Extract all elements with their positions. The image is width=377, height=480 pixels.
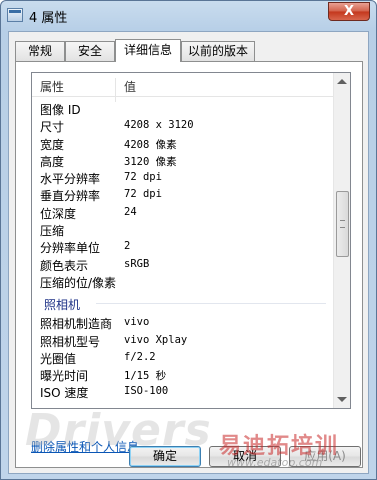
vertical-scrollbar[interactable] [333, 73, 350, 408]
property-name: 光圈值 [40, 351, 77, 366]
property-value: 4208 x 3120 [124, 119, 194, 132]
window-icon [7, 8, 23, 22]
column-divider[interactable] [115, 78, 116, 102]
property-row[interactable]: 曝光时间 1/15 秒 [32, 367, 333, 384]
group-divider [96, 303, 326, 305]
properties-window: 4 属性 X 常规 安全 详细信息 以前的版本 属性 值 图像 ID 尺寸 420… [0, 0, 377, 480]
scroll-thumb[interactable] [336, 191, 349, 257]
apply-button[interactable]: 应用(A) [289, 446, 361, 467]
property-value: 3120 像素 [124, 155, 177, 168]
group-title: 照相机 [44, 298, 81, 313]
scroll-down-icon[interactable] [337, 397, 347, 402]
tab-general[interactable]: 常规 [15, 41, 65, 61]
property-list[interactable]: 属性 值 图像 ID 尺寸 4208 x 3120 宽度 4208 像素 高度 312… [31, 72, 351, 409]
property-name: 尺寸 [40, 120, 65, 135]
tab-details[interactable]: 详细信息 [115, 39, 181, 62]
property-row[interactable]: 图像 ID [32, 101, 333, 118]
property-row[interactable]: 高度 3120 像素 [32, 153, 333, 170]
close-button[interactable]: X [328, 2, 370, 21]
property-name: 压缩 [40, 224, 65, 239]
property-value: ISO-100 [124, 385, 169, 398]
window-title: 4 属性 [29, 11, 68, 26]
property-row[interactable]: 水平分辨率 72 dpi [32, 170, 333, 187]
title-bar[interactable]: 4 属性 X [1, 1, 376, 31]
property-row[interactable]: 垂直分辨率 72 dpi [32, 187, 333, 204]
property-name: 照相机型号 [40, 334, 101, 349]
cancel-button[interactable]: 取消 [209, 446, 281, 467]
scroll-up-icon[interactable] [337, 79, 347, 84]
property-row[interactable]: 照相机制造商 vivo [32, 315, 333, 332]
tab-previous-versions[interactable]: 以前的版本 [181, 41, 255, 61]
property-row[interactable]: 照相机型号 vivo Xplay [32, 333, 333, 350]
property-name: 位深度 [40, 206, 77, 221]
property-name: 颜色表示 [40, 258, 89, 273]
property-value: 4208 像素 [124, 138, 177, 151]
property-row[interactable]: 颜色表示 sRGB [32, 257, 333, 274]
column-header-property[interactable]: 属性 [40, 78, 64, 95]
tab-security[interactable]: 安全 [65, 41, 115, 61]
property-value: sRGB [124, 257, 150, 270]
property-name: 图像 ID [40, 103, 81, 117]
property-rows: 图像 ID 尺寸 4208 x 3120 宽度 4208 像素 高度 3120 像素 … [32, 101, 333, 402]
property-value: 1/15 秒 [124, 370, 167, 383]
property-row[interactable]: 宽度 4208 像素 [32, 136, 333, 153]
ok-button[interactable]: 确定 [129, 446, 201, 467]
property-value: 2 [124, 240, 131, 253]
list-header: 属性 值 [32, 73, 333, 102]
property-row[interactable]: 光圈值 f/2.2 [32, 350, 333, 367]
property-name: 高度 [40, 154, 65, 169]
property-value: vivo Xplay [124, 333, 188, 346]
property-name: ISO 速度 [40, 386, 89, 401]
property-value: 72 dpi [124, 188, 162, 201]
property-value: f/2.2 [124, 350, 156, 363]
details-page: 属性 值 图像 ID 尺寸 4208 x 3120 宽度 4208 像素 高度 312… [15, 61, 363, 468]
property-name: 水平分辨率 [40, 172, 101, 187]
property-name: 宽度 [40, 137, 65, 152]
group-header-camera: 照相机 [32, 291, 333, 315]
tab-strip: 常规 安全 详细信息 以前的版本 [15, 39, 365, 62]
property-name: 垂直分辨率 [40, 189, 101, 204]
property-name: 照相机制造商 [40, 317, 113, 332]
property-row[interactable]: 压缩 [32, 222, 333, 239]
property-name: 曝光时间 [40, 369, 89, 384]
property-row[interactable]: 尺寸 4208 x 3120 [32, 118, 333, 135]
property-value: 24 [124, 205, 137, 218]
property-value: 72 dpi [124, 171, 162, 184]
column-header-value[interactable]: 值 [124, 78, 136, 95]
property-row[interactable]: 压缩的位/像素 [32, 274, 333, 291]
property-row[interactable]: 位深度 24 [32, 205, 333, 222]
remove-properties-link[interactable]: 删除属性和个人信息 [31, 438, 139, 455]
dialog-client: 常规 安全 详细信息 以前的版本 属性 值 图像 ID 尺寸 4208 x 312… [8, 31, 369, 474]
property-row[interactable]: ISO 速度 ISO-100 [32, 384, 333, 401]
property-name: 压缩的位/像素 [40, 275, 117, 290]
property-row[interactable]: 分辨率单位 2 [32, 239, 333, 256]
property-name: 分辨率单位 [40, 241, 101, 256]
property-value: vivo [124, 316, 150, 329]
